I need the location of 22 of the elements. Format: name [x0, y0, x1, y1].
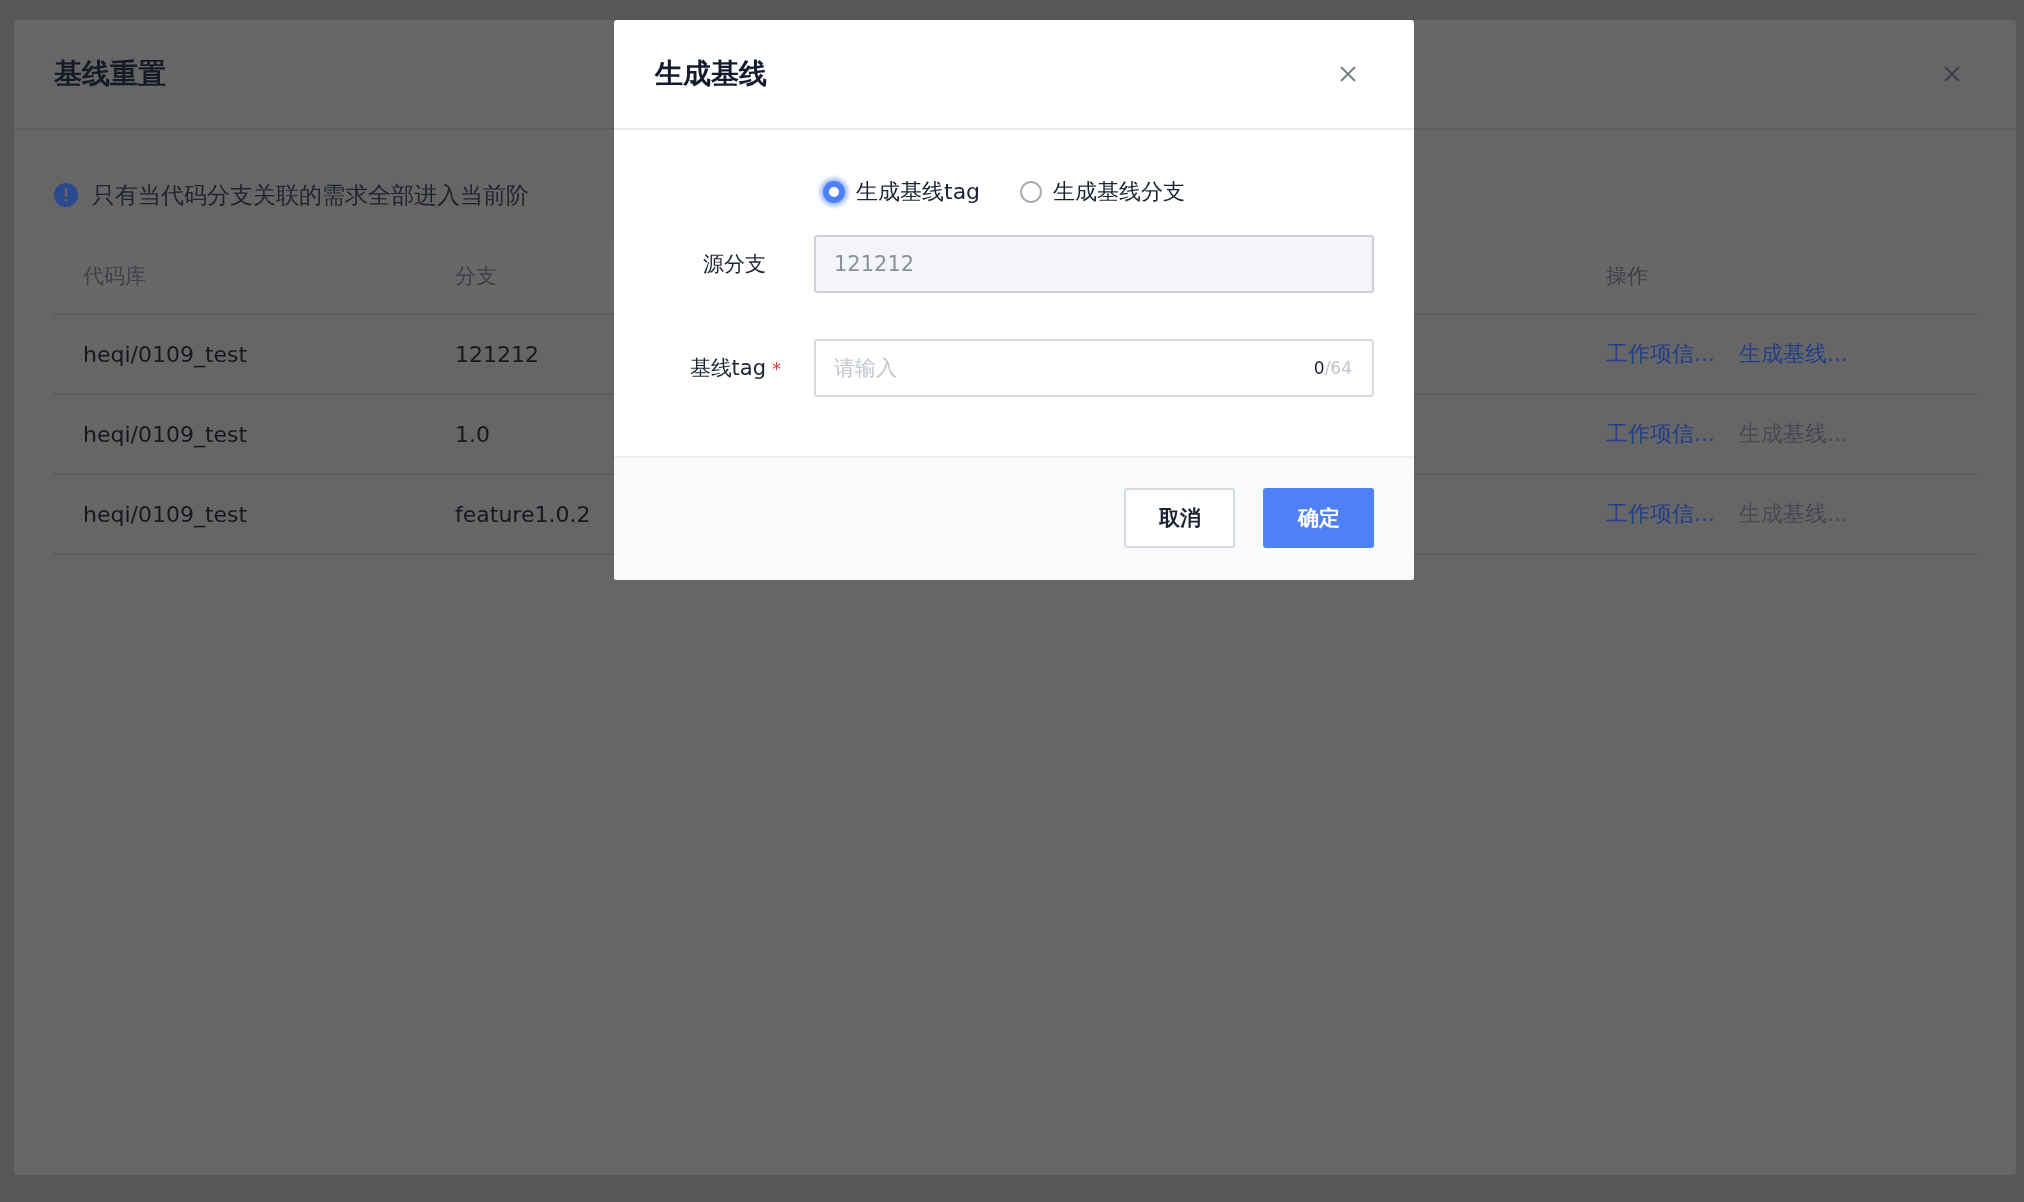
drawer-title: 基线重置 [54, 56, 166, 92]
table-cell: 121212 [455, 341, 539, 367]
dialog-title: 生成基线 [655, 56, 767, 92]
table-cell: 1.0 [455, 421, 490, 447]
radio-option[interactable]: 生成基线tag [823, 177, 981, 207]
confirm-button[interactable]: 确定 [1263, 488, 1374, 548]
table-cell: heqi/0109_test [83, 421, 248, 447]
table-cell: heqi/0109_test [83, 501, 248, 527]
info-icon [54, 183, 78, 207]
field-label: 源分支 [703, 251, 766, 278]
character-counter: 0/64 [1313, 358, 1352, 378]
action-link[interactable]: 工作项信... [1606, 339, 1715, 369]
table-cell: feature1.0.2 [455, 501, 591, 527]
notice-text: 只有当代码分支关联的需求全部进入当前阶 [92, 180, 529, 210]
table-cell: heqi/0109_test [83, 341, 248, 367]
action-link[interactable]: 工作项信... [1606, 499, 1715, 529]
action-link[interactable]: 生成基线... [1739, 339, 1848, 369]
required-mark: * [772, 357, 781, 379]
field-label: 基线tag [689, 355, 766, 382]
cancel-button[interactable]: 取消 [1124, 488, 1235, 548]
action-link[interactable]: 工作项信... [1606, 419, 1715, 449]
radio-option[interactable]: 生成基线分支 [1020, 177, 1186, 207]
